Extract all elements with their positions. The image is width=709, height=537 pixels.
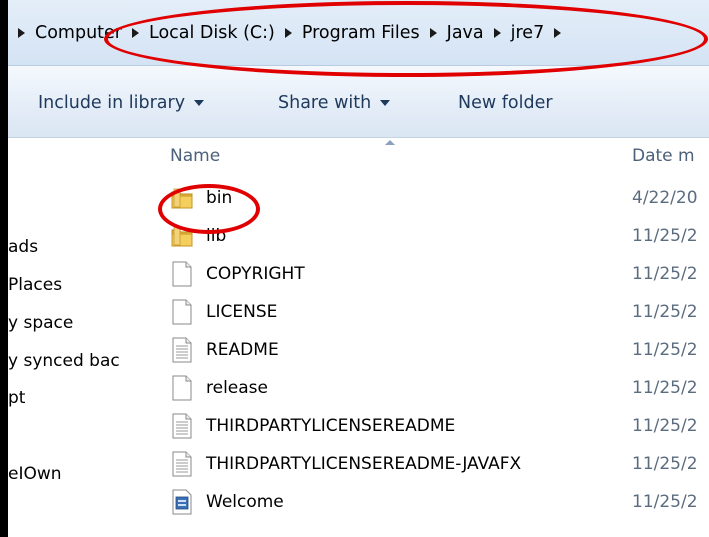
navigation-pane: ads Places y space y synced bac pt eIOwn xyxy=(8,138,148,537)
file-name: THIRDPARTYLICENSEREADME-JAVAFX xyxy=(206,454,522,474)
file-date: 11/25/2 xyxy=(632,416,698,436)
html-file-icon xyxy=(170,489,194,515)
new-folder-label: New folder xyxy=(458,93,553,113)
file-icon xyxy=(170,375,194,401)
column-header-date[interactable]: Date m xyxy=(632,146,695,166)
file-row[interactable]: README 11/25/2 xyxy=(148,332,709,369)
file-row[interactable]: THIRDPARTYLICENSEREADME 11/25/2 xyxy=(148,408,709,445)
file-icon xyxy=(170,299,194,325)
include-in-library-label: Include in library xyxy=(38,93,186,113)
file-row[interactable]: THIRDPARTYLICENSEREADME-JAVAFX 11/25/2 xyxy=(148,446,709,483)
file-name: bin xyxy=(206,188,233,208)
file-date: 11/25/2 xyxy=(632,378,698,398)
nav-item-pt[interactable]: pt xyxy=(8,385,25,411)
file-row[interactable]: release 11/25/2 xyxy=(148,370,709,407)
breadcrumb-arrow-icon[interactable] xyxy=(18,28,25,38)
file-row[interactable]: COPYRIGHT 11/25/2 xyxy=(148,256,709,293)
file-name: README xyxy=(206,340,279,360)
file-row[interactable]: lib 11/25/2 xyxy=(148,218,709,255)
file-row[interactable]: LICENSE 11/25/2 xyxy=(148,294,709,331)
file-row[interactable]: Welcome 11/25/2 xyxy=(148,484,709,521)
breadcrumb-local-disk[interactable]: Local Disk (C:) xyxy=(149,23,275,43)
folder-icon xyxy=(170,223,194,249)
file-name: THIRDPARTYLICENSEREADME xyxy=(206,416,456,436)
breadcrumb: Computer Local Disk (C:) Program Files J… xyxy=(12,20,571,46)
file-date: 11/25/2 xyxy=(632,226,698,246)
file-date: 11/25/2 xyxy=(632,492,698,512)
file-date: 11/25/2 xyxy=(632,340,698,360)
file-name: release xyxy=(206,378,268,398)
breadcrumb-java[interactable]: Java xyxy=(447,23,484,43)
breadcrumb-computer[interactable]: Computer xyxy=(35,23,122,43)
sort-ascending-icon xyxy=(385,140,395,145)
include-in-library-button[interactable]: Include in library xyxy=(38,90,205,116)
breadcrumb-arrow-icon[interactable] xyxy=(429,28,437,38)
nav-item-places[interactable]: Places xyxy=(8,272,62,298)
file-name: lib xyxy=(206,226,227,246)
file-name: Welcome xyxy=(206,492,284,512)
breadcrumb-arrow-icon[interactable] xyxy=(493,28,501,38)
text-file-icon xyxy=(170,413,194,439)
breadcrumb-arrow-icon[interactable] xyxy=(554,28,562,38)
breadcrumb-arrow-icon[interactable] xyxy=(132,28,139,38)
file-name: COPYRIGHT xyxy=(206,264,305,284)
nav-item-own[interactable]: eIOwn xyxy=(8,461,62,487)
nav-item-space[interactable]: y space xyxy=(8,310,73,336)
dropdown-arrow-icon xyxy=(194,100,205,106)
dropdown-arrow-icon xyxy=(380,100,391,106)
breadcrumb-program-files[interactable]: Program Files xyxy=(302,23,420,43)
text-file-icon xyxy=(170,451,194,477)
file-date: 11/25/2 xyxy=(632,302,698,322)
file-row[interactable]: bin 4/22/20 xyxy=(148,180,709,217)
text-file-icon xyxy=(170,337,194,363)
explorer-window: Computer Local Disk (C:) Program Files J… xyxy=(8,0,709,537)
new-folder-button[interactable]: New folder xyxy=(458,90,553,116)
column-header-name[interactable]: Name xyxy=(170,146,220,166)
breadcrumb-jre7[interactable]: jre7 xyxy=(511,23,545,43)
column-header: Name Date m xyxy=(148,138,709,176)
breadcrumb-arrow-icon[interactable] xyxy=(284,28,292,38)
share-with-button[interactable]: Share with xyxy=(278,90,391,116)
folder-icon xyxy=(170,185,194,211)
nav-item-synced[interactable]: y synced bac xyxy=(8,348,120,374)
file-icon xyxy=(170,261,194,287)
file-date: 4/22/20 xyxy=(632,188,698,208)
file-date: 11/25/2 xyxy=(632,264,698,284)
nav-item-downloads[interactable]: ads xyxy=(8,234,38,260)
file-name: LICENSE xyxy=(206,302,278,322)
share-with-label: Share with xyxy=(278,93,372,113)
file-list: Name Date m bin 4/22/20 lib 11/25/2 COPYRIGH… xyxy=(148,138,709,537)
file-date: 11/25/2 xyxy=(632,454,698,474)
command-bar: Include in library Share with New folder xyxy=(8,66,709,138)
address-bar[interactable]: Computer Local Disk (C:) Program Files J… xyxy=(8,0,709,66)
